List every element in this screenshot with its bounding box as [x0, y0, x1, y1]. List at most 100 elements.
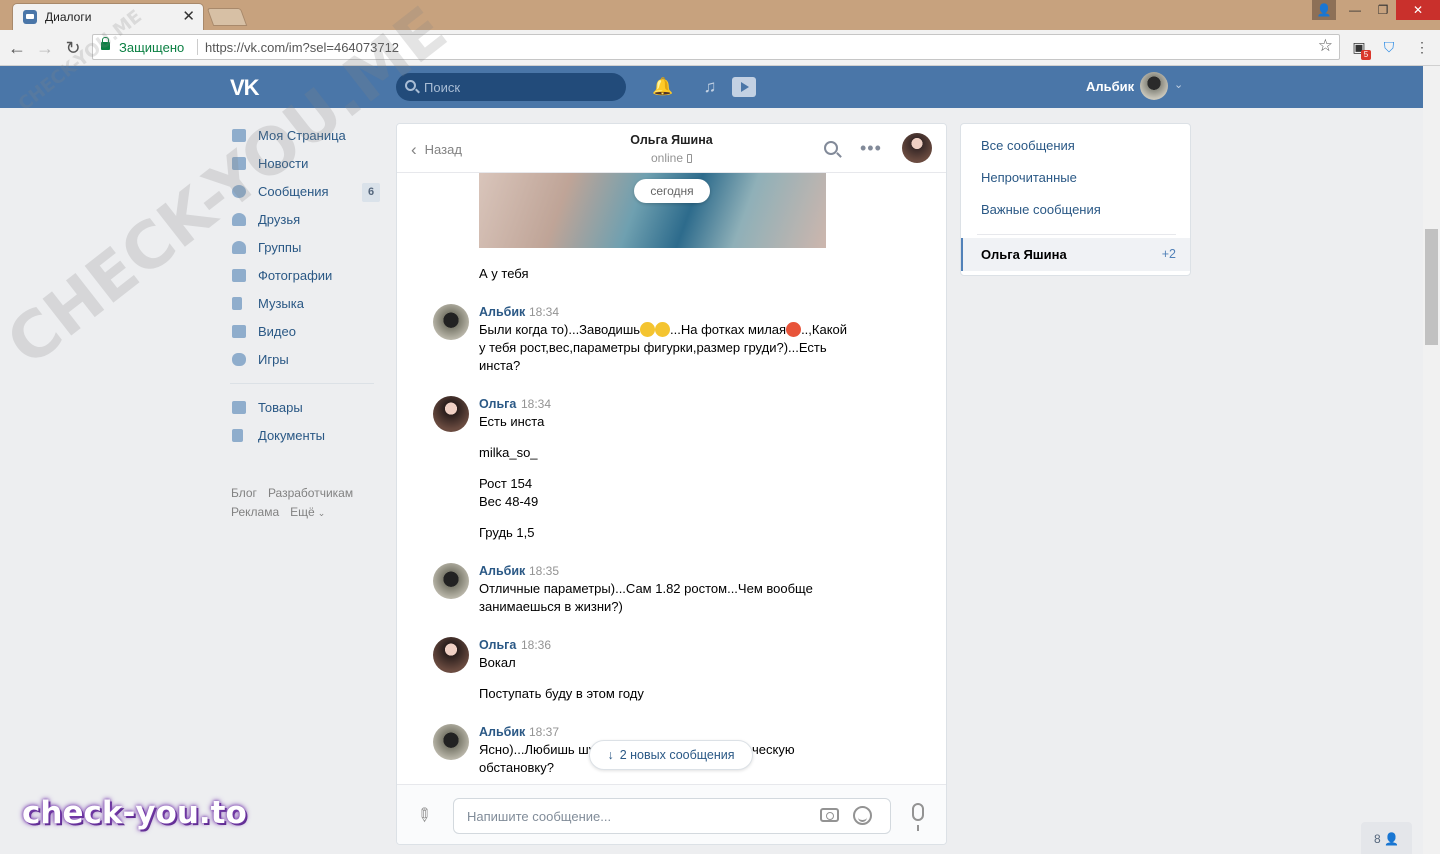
restore-button[interactable]: ❐ — [1368, 0, 1398, 20]
gamepad-icon — [232, 353, 246, 366]
browser-menu-icon[interactable]: ⋮ — [1413, 38, 1431, 56]
nav-label: Новости — [258, 156, 309, 171]
avatar[interactable] — [433, 563, 469, 599]
message-text: занимаешься в жизни?) — [479, 599, 623, 614]
extension-badge: 5 — [1361, 50, 1371, 60]
chevron-down-icon[interactable]: ⌄ — [318, 508, 326, 518]
chat-avatar[interactable] — [902, 133, 932, 163]
footer-more-link[interactable]: Ещё — [290, 505, 315, 519]
forward-arrow-icon[interactable]: → — [34, 37, 56, 59]
message-text: milka_so_ — [479, 445, 538, 460]
date-divider: сегодня — [634, 179, 710, 203]
filter-all-messages[interactable]: Все сообщения — [981, 138, 1075, 153]
avatar[interactable] — [433, 724, 469, 760]
nav-games[interactable]: Игры — [230, 346, 380, 374]
message-author[interactable]: Альбик — [479, 564, 525, 578]
page-scrollbar[interactable] — [1423, 66, 1440, 854]
nav-messages[interactable]: Сообщения 6 — [230, 178, 380, 206]
nav-groups[interactable]: Группы — [230, 234, 380, 262]
shield-extension-icon[interactable]: ⛉ — [1380, 38, 1398, 56]
nav-video[interactable]: Видео — [230, 318, 380, 346]
reload-icon[interactable]: ↻ — [62, 37, 84, 59]
footer-dev-link[interactable]: Разработчикам — [268, 486, 353, 500]
vk-favicon-icon — [23, 10, 37, 24]
address-bar[interactable]: Защищено https://vk.com/im?sel=464073712… — [92, 34, 1340, 60]
new-messages-button[interactable]: ↓ 2 новых сообщения — [589, 740, 753, 770]
camera-icon[interactable] — [820, 808, 839, 822]
header-user-name[interactable]: Альбик — [1086, 79, 1134, 94]
message-text: А у тебя — [479, 266, 529, 281]
nav-news[interactable]: Новости — [230, 150, 380, 178]
smile-emoji-icon — [640, 322, 656, 337]
chat-header: ‹ Назад Ольга Яшина online ••• — [397, 124, 946, 173]
friend-icon — [232, 213, 246, 226]
message-text: Отличные параметры)...Сам 1.82 ростом...… — [479, 581, 813, 596]
message-text: Вокал — [479, 655, 516, 670]
message-author[interactable]: Ольга — [479, 638, 516, 652]
message-text: Вес 48-49 — [479, 494, 539, 509]
nav-friends[interactable]: Друзья — [230, 206, 380, 234]
header-avatar[interactable] — [1140, 72, 1168, 100]
window-close-button[interactable]: ✕ — [1396, 0, 1440, 20]
vk-search-box[interactable]: Поиск — [396, 73, 626, 101]
emoji-smile-icon[interactable] — [853, 806, 872, 825]
browser-tab-dialogs[interactable]: Диалоги ✕ — [12, 3, 204, 30]
active-dialog-item[interactable]: Ольга Яшина +2 — [961, 238, 1190, 271]
tab-title: Диалоги — [45, 10, 92, 24]
avatar[interactable] — [433, 304, 469, 340]
music-icon — [232, 297, 242, 310]
nav-my-page[interactable]: Моя Страница — [230, 122, 380, 150]
nav-label: Группы — [258, 240, 302, 255]
nav-label: Сообщения — [258, 184, 329, 199]
message-author[interactable]: Альбик — [479, 725, 525, 739]
nav-photos[interactable]: Фотографии — [230, 262, 380, 290]
friends-online-button[interactable]: 8 👤 — [1361, 822, 1412, 854]
close-tab-icon[interactable]: ✕ — [182, 7, 195, 25]
new-tab-button[interactable] — [206, 8, 248, 26]
filter-unread[interactable]: Непрочитанные — [981, 170, 1077, 185]
panel-divider — [977, 234, 1176, 235]
notifications-bell-icon[interactable]: 🔔 — [652, 77, 674, 97]
avatar[interactable] — [433, 396, 469, 432]
watermark-brand: check-you.to — [22, 795, 247, 831]
microphone-icon[interactable] — [912, 803, 924, 831]
message-time: 18:34 — [529, 305, 560, 319]
nav-label: Моя Страница — [258, 128, 346, 143]
message-text: Грудь 1,5 — [479, 525, 535, 540]
chat-search-icon[interactable] — [824, 141, 838, 155]
attach-paperclip-icon[interactable]: ✎ — [411, 803, 436, 829]
bookmark-star-icon[interactable]: ☆ — [1318, 36, 1333, 56]
footer-ads-link[interactable]: Реклама — [231, 505, 279, 519]
message-time: 18:35 — [529, 564, 560, 578]
vk-logo[interactable]: VK — [230, 75, 260, 101]
document-icon — [232, 429, 243, 442]
filter-important[interactable]: Важные сообщения — [981, 202, 1101, 217]
nav-documents[interactable]: Документы — [230, 422, 380, 450]
minimize-button[interactable]: — — [1340, 0, 1370, 20]
nav-goods[interactable]: Товары — [230, 394, 380, 422]
avatar[interactable] — [433, 637, 469, 673]
footer-links: Блог Разработчикам Реклама Ещё ⌄ — [231, 484, 381, 523]
camera-icon — [232, 269, 246, 282]
divider — [197, 39, 198, 55]
footer-blog-link[interactable]: Блог — [231, 486, 257, 500]
nav-label: Игры — [258, 352, 289, 367]
message-time: 18:36 — [521, 638, 552, 652]
message-text-part: инста? — [479, 358, 521, 373]
profile-icon[interactable]: 👤 — [1312, 0, 1336, 20]
browser-titlebar: Диалоги ✕ 👤 — ❐ ✕ — [0, 0, 1440, 30]
friends-online-count: 8 — [1374, 832, 1381, 846]
url-text[interactable]: https://vk.com/im?sel=464073712 — [205, 40, 399, 55]
more-options-icon[interactable]: ••• — [860, 138, 882, 159]
message-author[interactable]: Альбик — [479, 305, 525, 319]
unread-count: +2 — [1161, 247, 1176, 261]
music-note-icon[interactable]: ♫ — [699, 77, 721, 97]
chevron-down-icon[interactable]: ⌄ — [1174, 78, 1183, 91]
scrollbar-thumb[interactable] — [1425, 229, 1438, 345]
message-text-part: ..,Какой — [801, 322, 848, 337]
play-video-icon[interactable] — [732, 77, 756, 97]
message-author[interactable]: Ольга — [479, 397, 516, 411]
back-arrow-icon[interactable]: ← — [6, 37, 28, 59]
chat-panel: ‹ Назад Ольга Яшина online ••• сегодня А … — [396, 123, 947, 845]
nav-music[interactable]: Музыка — [230, 290, 380, 318]
